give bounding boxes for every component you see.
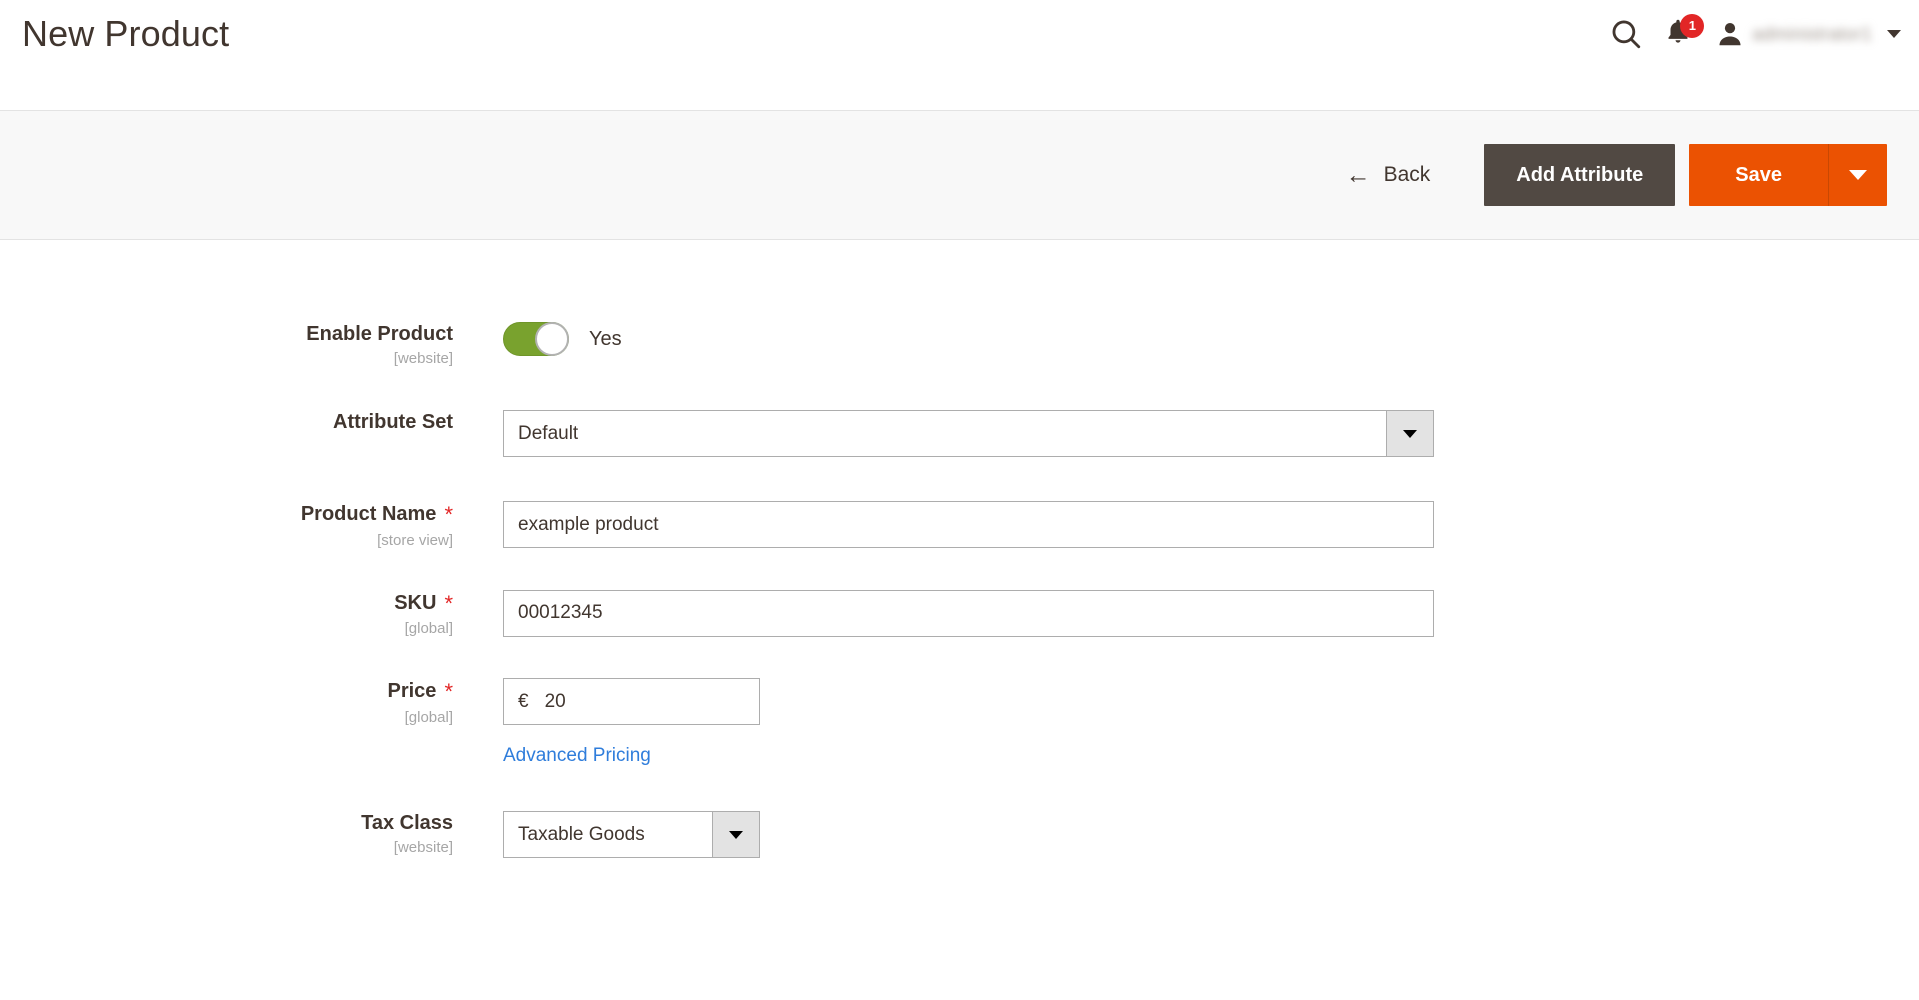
product-name-label: Product Name* [store view] [301,501,453,550]
field-attribute-set: Attribute Set Default [0,410,1919,457]
search-icon [1609,17,1643,51]
chevron-down-icon [1403,430,1417,438]
field-control-col: € Advanced Pricing [453,678,1919,767]
enable-product-toggle-row: Yes [503,322,622,356]
arrow-left-icon: ← [1346,163,1371,188]
required-marker: * [444,502,453,527]
advanced-pricing-link[interactable]: Advanced Pricing [503,745,651,767]
price-label: Price* [global] [388,678,454,727]
chevron-down-icon [1849,170,1867,180]
search-button[interactable] [1597,10,1655,58]
tax-class-label: Tax Class [website] [361,811,453,857]
page-title: New Product [22,12,229,55]
save-button[interactable]: Save [1689,144,1829,206]
back-button[interactable]: ← Back [1346,163,1431,188]
enable-product-toggle-state: Yes [589,328,622,351]
required-marker: * [444,679,453,704]
tax-class-value: Taxable Goods [504,812,712,857]
chevron-down-icon [1887,30,1901,38]
required-marker: * [444,591,453,616]
notification-count-badge: 1 [1680,14,1704,38]
price-input-group[interactable]: € [503,678,760,725]
field-label-col: Enable Product [website] [0,322,453,368]
field-control-col [453,590,1919,637]
username-label: administrator1 [1752,24,1872,45]
field-tax-class: Tax Class [website] Taxable Goods [0,811,1919,858]
field-control-col [453,501,1919,548]
field-label-col: Attribute Set [0,410,453,435]
product-name-input[interactable] [503,501,1434,548]
field-product-name: Product Name* [store view] [0,501,1919,550]
scope-label: [global] [388,709,454,727]
scope-label: [store view] [301,532,453,550]
attribute-set-select[interactable]: Default [503,410,1434,457]
field-label-col: Tax Class [website] [0,811,453,857]
sku-input[interactable] [503,590,1434,637]
field-label-col: SKU* [global] [0,590,453,639]
attribute-set-label: Attribute Set [333,410,453,435]
price-input[interactable] [545,691,725,713]
tax-class-dropdown-button[interactable] [712,812,759,857]
field-control-col: Default [453,410,1919,457]
field-label-col: Product Name* [store view] [0,501,453,550]
field-price: Price* [global] € Advanced Pricing [0,678,1919,767]
field-enable-product: Enable Product [website] Yes [0,322,1919,368]
field-sku: SKU* [global] [0,590,1919,639]
user-avatar-icon [1715,19,1745,49]
scope-label: [global] [394,620,453,638]
sku-label: SKU* [global] [394,590,453,639]
user-menu[interactable]: administrator1 [1701,10,1901,58]
notifications-button[interactable]: 1 [1655,10,1701,58]
back-label: Back [1384,163,1431,187]
field-control-col: Yes [453,322,1919,356]
save-options-toggle[interactable] [1829,144,1887,206]
page-header: New Product 1 [0,0,1919,110]
attribute-set-dropdown-button[interactable] [1386,411,1433,456]
product-form: Enable Product [website] Yes Attribute S… [0,240,1919,858]
scope-label: [website] [361,839,453,857]
enable-product-toggle[interactable] [503,322,569,356]
page-actions-toolbar: ← Back Add Attribute Save [0,110,1919,240]
add-attribute-button[interactable]: Add Attribute [1484,144,1675,206]
scope-label: [website] [306,350,453,368]
enable-product-label: Enable Product [website] [306,322,453,368]
tax-class-select[interactable]: Taxable Goods [503,811,760,858]
chevron-down-icon [729,831,743,839]
save-split-button: Save [1689,144,1887,206]
attribute-set-value: Default [504,411,1386,456]
field-control-col: Taxable Goods [453,811,1919,858]
currency-symbol: € [518,691,529,713]
toggle-knob [535,322,569,356]
field-label-col: Price* [global] [0,678,453,727]
header-actions: 1 administrator1 [1597,8,1901,60]
